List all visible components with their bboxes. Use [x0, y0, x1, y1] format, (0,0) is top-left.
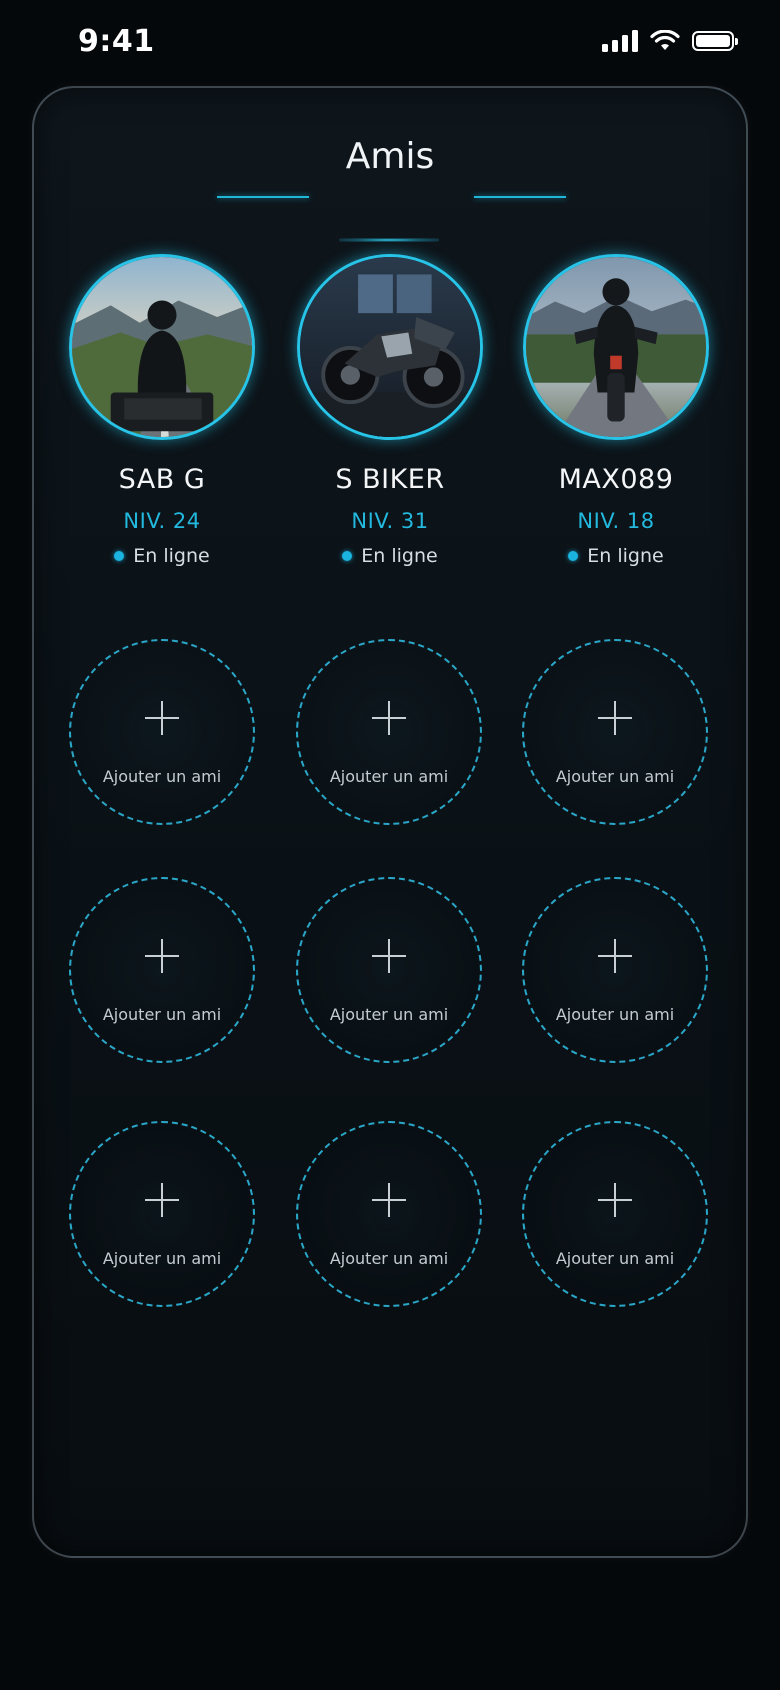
- plus-icon: [598, 939, 632, 973]
- add-friend-label: Ajouter un ami: [102, 767, 222, 786]
- online-dot-icon: [342, 551, 353, 561]
- friend-status-label: En ligne: [133, 545, 210, 567]
- header: Amis: [34, 128, 746, 242]
- friend-name: SAB G: [118, 464, 206, 495]
- add-friend-slot[interactable]: Ajouter un ami: [522, 1121, 708, 1307]
- online-dot-icon: [568, 551, 579, 561]
- wifi-icon: [650, 30, 680, 50]
- friend-level: NIV. 24: [123, 509, 201, 533]
- avatar[interactable]: [297, 254, 483, 440]
- add-friend-slot[interactable]: Ajouter un ami: [522, 639, 708, 825]
- avatar[interactable]: [523, 254, 709, 440]
- plus-icon: [598, 701, 632, 735]
- title-underline-glow: [339, 238, 439, 242]
- add-friend-slot[interactable]: Ajouter un ami: [69, 877, 255, 1063]
- friend-status-label: En ligne: [361, 545, 438, 567]
- add-friend-label: Ajouter un ami: [102, 1249, 222, 1268]
- friend-status: En ligne: [52, 545, 272, 567]
- friend-card[interactable]: S BIKER NIV. 31 En ligne: [280, 254, 500, 567]
- motorcycle-garage-image: [300, 257, 480, 437]
- friend-level: NIV. 18: [577, 509, 655, 533]
- add-friend-slot[interactable]: Ajouter un ami: [296, 639, 482, 825]
- add-friend-label: Ajouter un ami: [555, 1249, 675, 1268]
- add-friend-slot[interactable]: Ajouter un ami: [296, 877, 482, 1063]
- online-dot-icon: [114, 551, 125, 561]
- rider-mountains-image: [526, 257, 706, 437]
- plus-icon: [145, 1183, 179, 1217]
- friend-name: S BIKER: [335, 464, 445, 495]
- add-friend-slot[interactable]: Ajouter un ami: [69, 639, 255, 825]
- plus-icon: [145, 939, 179, 973]
- status-time: 9:41: [78, 24, 155, 59]
- friend-card[interactable]: MAX089 NIV. 18 En ligne: [506, 254, 726, 567]
- friend-level: NIV. 31: [351, 509, 429, 533]
- add-friend-label: Ajouter un ami: [555, 1005, 675, 1024]
- friend-status: En ligne: [506, 545, 726, 567]
- plus-icon: [372, 1183, 406, 1217]
- friend-status: En ligne: [280, 545, 500, 567]
- rider-road-image: [72, 257, 252, 437]
- add-friend-label: Ajouter un ami: [329, 1249, 449, 1268]
- plus-icon: [145, 701, 179, 735]
- friend-status-label: En ligne: [587, 545, 664, 567]
- title-divider-left: [217, 196, 309, 198]
- plus-icon: [372, 939, 406, 973]
- add-friend-label: Ajouter un ami: [102, 1005, 222, 1024]
- add-friend-label: Ajouter un ami: [555, 767, 675, 786]
- title-divider-right: [474, 196, 566, 198]
- signal-icon: [602, 30, 638, 52]
- friends-panel: Amis SAB G NIV. 24 En ligne S BIKER NIV.…: [32, 86, 748, 1558]
- add-friend-slot[interactable]: Ajouter un ami: [296, 1121, 482, 1307]
- status-icons: [602, 30, 738, 52]
- add-friend-slot[interactable]: Ajouter un ami: [522, 877, 708, 1063]
- friend-card[interactable]: SAB G NIV. 24 En ligne: [52, 254, 272, 567]
- battery-icon: [692, 31, 738, 51]
- add-friend-slot[interactable]: Ajouter un ami: [69, 1121, 255, 1307]
- page-title: Amis: [345, 136, 435, 177]
- plus-icon: [372, 701, 406, 735]
- add-friend-label: Ajouter un ami: [329, 1005, 449, 1024]
- friend-name: MAX089: [558, 464, 674, 495]
- avatar[interactable]: [69, 254, 255, 440]
- status-bar: 9:41: [0, 0, 780, 90]
- plus-icon: [598, 1183, 632, 1217]
- add-friend-label: Ajouter un ami: [329, 767, 449, 786]
